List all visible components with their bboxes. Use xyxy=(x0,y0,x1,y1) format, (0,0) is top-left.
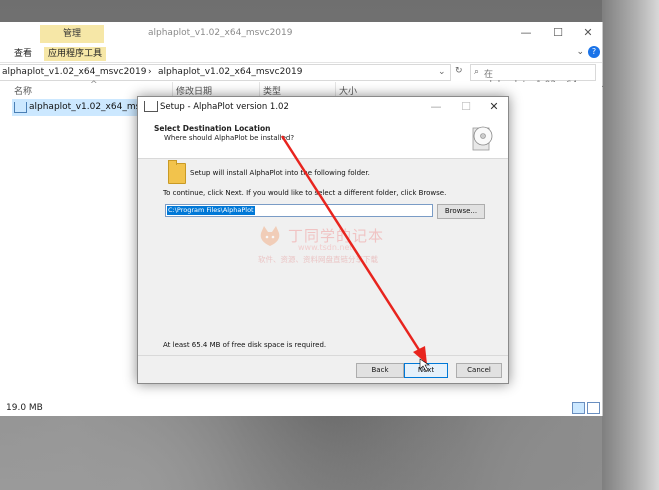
sort-arrow-icon: ^ xyxy=(90,80,98,90)
cancel-button[interactable]: Cancel xyxy=(456,363,502,378)
breadcrumb-separator: › xyxy=(148,67,152,77)
installer-file-icon xyxy=(14,102,27,113)
wizard-page-title: Select Destination Location xyxy=(154,124,271,133)
disk-space-text: At least 65.4 MB of free disk space is r… xyxy=(163,341,327,349)
dialog-close-button[interactable]: ✕ xyxy=(484,100,504,114)
maximize-button[interactable]: ☐ xyxy=(544,25,572,41)
browse-button[interactable]: Browse... xyxy=(437,204,485,219)
tab-view[interactable]: 查看 xyxy=(14,47,32,61)
status-bar: 19.0 MB xyxy=(0,400,602,415)
search-input[interactable]: ⌕ 在 alphaplot_v1.02_x64_ms... xyxy=(470,64,604,90)
folder-icon xyxy=(168,160,186,184)
ribbon-collapse-icon[interactable]: ⌄ xyxy=(576,47,584,57)
dialog-minimize-button[interactable]: — xyxy=(426,100,446,114)
next-button[interactable]: Next xyxy=(404,363,448,378)
file-row[interactable]: alphaplot_v1.02_x64_msvc2019 xyxy=(12,99,173,116)
back-button[interactable]: Back xyxy=(356,363,404,378)
watermark-url: www.tsdn.net xyxy=(298,243,353,252)
tab-application-tools[interactable]: 应用程序工具 xyxy=(44,47,107,61)
dialog-maximize-button[interactable]: ☐ xyxy=(456,100,476,114)
manage-context-tab[interactable]: 管理 xyxy=(40,25,104,43)
breadcrumb-item[interactable]: alphaplot_v1.02_x64_msvc2019 xyxy=(158,67,302,77)
large-icons-view-icon[interactable] xyxy=(587,402,600,414)
destination-path-value: C:\Program Files\AlphaPlot xyxy=(167,206,255,215)
explorer-titlebar: 管理 alphaplot_v1.02_x64_msvc2019 — ☐ ✕ xyxy=(0,22,602,44)
continue-instructions: To continue, click Next. If you would li… xyxy=(163,189,447,197)
wizard-page-subtitle: Where should AlphaPlot be installed? xyxy=(164,134,295,142)
setup-app-icon xyxy=(144,101,158,112)
close-button[interactable]: ✕ xyxy=(574,25,602,41)
help-icon[interactable]: ? xyxy=(588,46,600,58)
ribbon: 查看 应用程序工具 ⌄ ? xyxy=(0,44,602,63)
search-icon: ⌕ xyxy=(474,67,480,77)
install-disc-icon xyxy=(472,126,493,151)
details-view-icon[interactable] xyxy=(572,402,585,414)
wizard-header: Select Destination Location Where should… xyxy=(138,116,508,159)
footer-divider xyxy=(138,355,508,356)
minimize-button[interactable]: — xyxy=(512,25,540,41)
status-size: 19.0 MB xyxy=(6,403,43,413)
desktop-background-right xyxy=(602,0,659,490)
watermark: 丁同学的记本 www.tsdn.net 软件、资源、资料网盘直链分享下载 xyxy=(258,225,408,265)
refresh-icon[interactable]: ↻ xyxy=(455,66,463,76)
watermark-subtitle: 软件、资源、资料网盘直链分享下载 xyxy=(258,255,378,264)
install-info-text: Setup will install AlphaPlot into the fo… xyxy=(190,169,370,177)
column-name[interactable]: 名称 xyxy=(14,84,32,97)
address-dropdown-icon[interactable]: ⌄ xyxy=(438,67,446,77)
explorer-window-title: alphaplot_v1.02_x64_msvc2019 xyxy=(148,28,293,38)
dialog-titlebar: Setup - AlphaPlot version 1.02 — ☐ ✕ xyxy=(138,97,508,116)
breadcrumb-item[interactable]: alphaplot_v1.02_x64_msvc2019 xyxy=(2,67,146,77)
destination-path-input[interactable]: C:\Program Files\AlphaPlot xyxy=(165,204,433,217)
watermark-logo-icon xyxy=(260,226,280,246)
column-header-row: 名称 ^ 修改日期 类型 大小 xyxy=(0,80,602,97)
address-path[interactable]: alphaplot_v1.02_x64_msvc2019 › alphaplot… xyxy=(0,64,451,81)
dialog-title: Setup - AlphaPlot version 1.02 xyxy=(160,102,289,112)
